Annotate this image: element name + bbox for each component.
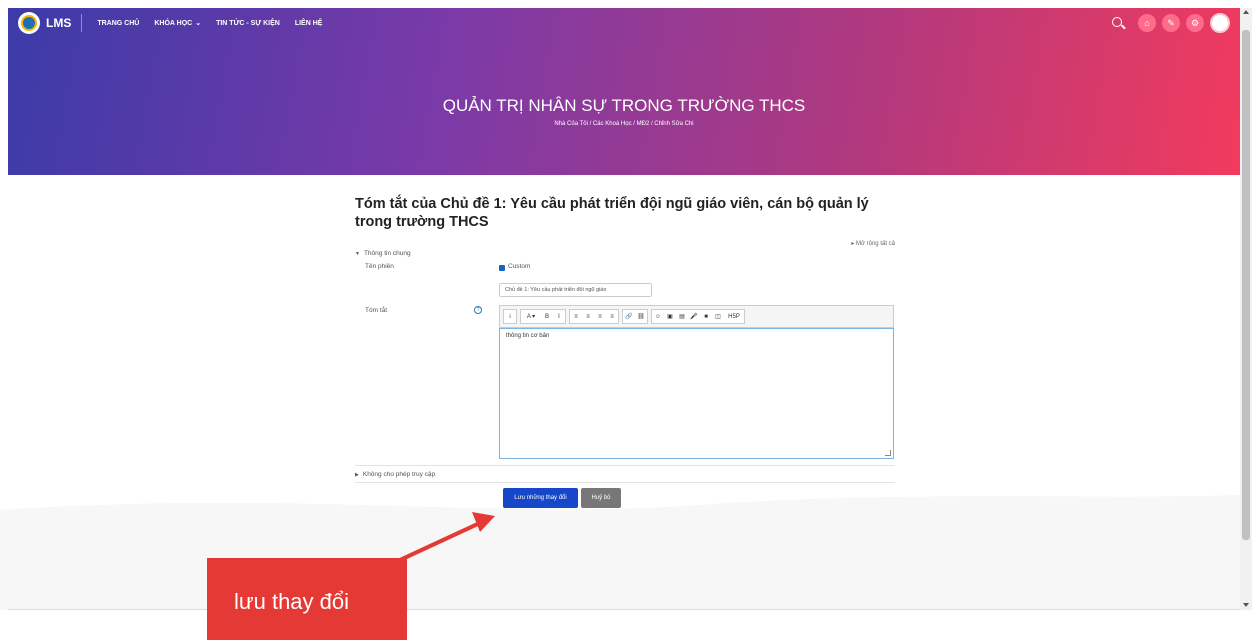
outdent-button[interactable]: ≡: [594, 310, 606, 323]
nav-link-courses-label: KHÓA HỌC: [154, 19, 193, 27]
caret-down-icon: ▼: [355, 251, 360, 257]
divider: [355, 465, 895, 466]
toolbar-toggle-button[interactable]: i: [504, 310, 516, 323]
expand-all-link[interactable]: ▸ Mở rộng tất cả: [851, 240, 895, 247]
custom-checkbox[interactable]: [499, 265, 505, 271]
editor-toolbar: i A ▾ B I ≡ ≡ ≡ ≡ 🔗 ⛓ ☺ ▣ ▤ 🎤 ■ ◫ H5P: [499, 305, 894, 328]
unlink-button[interactable]: ⛓: [635, 310, 647, 323]
save-button[interactable]: Lưu những thay đổi: [503, 488, 578, 508]
section-general-toggle[interactable]: ▼ Thông tin chung: [355, 250, 411, 257]
edit-form: Tóm tắt của Chủ đề 1: Yêu cầu phát triển…: [355, 195, 895, 508]
avatar[interactable]: [1210, 13, 1230, 33]
record-audio-button[interactable]: 🎤: [688, 310, 700, 323]
page-title: QUẢN TRỊ NHÂN SỰ TRONG TRƯỜNG THCS: [442, 96, 806, 115]
link-button[interactable]: 🔗: [623, 310, 635, 323]
nav-link-courses[interactable]: KHÓA HỌC ⌄: [154, 19, 202, 28]
settings-icon[interactable]: ⚙: [1186, 14, 1204, 32]
annotation-callout: lưu thay đổi: [207, 558, 407, 640]
section-general-label: Thông tin chung: [363, 250, 411, 257]
home-icon[interactable]: ⌂: [1138, 14, 1156, 32]
search-icon[interactable]: [1108, 13, 1128, 33]
resize-handle[interactable]: [885, 450, 891, 456]
form-title: Tóm tắt của Chủ đề 1: Yêu cầu phát triển…: [355, 196, 869, 230]
scrollbar[interactable]: [1240, 8, 1252, 610]
italic-button[interactable]: I: [553, 310, 565, 323]
toolbar-group-1: i: [503, 309, 517, 324]
h5p-button[interactable]: H5P: [724, 310, 744, 323]
toolbar-group-3: ≡ ≡ ≡ ≡: [569, 309, 619, 324]
navbar: LMS TRANG CHỦ KHÓA HỌC ⌄ TIN TỨC - SỰ KIỆ…: [8, 8, 1240, 38]
image-button[interactable]: ▣: [664, 310, 676, 323]
bold-button[interactable]: B: [541, 310, 553, 323]
logo-text: LMS: [46, 16, 72, 30]
help-icon[interactable]: ?: [474, 306, 482, 314]
caret-right-icon: ▶: [355, 472, 359, 478]
divider: [355, 482, 895, 483]
manage-files-button[interactable]: ◫: [712, 310, 724, 323]
page: LMS TRANG CHỦ KHÓA HỌC ⌄ TIN TỨC - SỰ KIỆ…: [0, 0, 1252, 640]
toolbar-group-2: A ▾ B I: [520, 309, 566, 324]
hero-banner: LMS TRANG CHỦ KHÓA HỌC ⌄ TIN TỨC - SỰ KIỆ…: [8, 8, 1240, 175]
nav-link-news[interactable]: TIN TỨC - SỰ KIỆN: [216, 20, 280, 27]
emoji-button[interactable]: ☺: [652, 310, 664, 323]
section-name-input[interactable]: Chủ đề 1: Yêu cầu phát triển đội ngũ giá…: [499, 283, 652, 297]
section-name-label: Tên phiên: [365, 263, 394, 270]
breadcrumb[interactable]: Nhà Của Tôi / Các Khoá Học / MĐ2 / Chỉnh…: [8, 121, 1240, 127]
nav-actions: ⌂ ✎ ⚙: [1108, 13, 1230, 33]
nav-link-home[interactable]: TRANG CHỦ: [97, 20, 139, 27]
chevron-down-icon: ⌄: [195, 20, 202, 27]
font-style-button[interactable]: A ▾: [521, 310, 541, 323]
section-restrict-toggle[interactable]: ▶ Không cho phép truy cập: [355, 471, 435, 478]
unordered-list-button[interactable]: ≡: [570, 310, 582, 323]
toolbar-group-5: ☺ ▣ ▤ 🎤 ■ ◫ H5P: [651, 309, 745, 324]
section-restrict-label: Không cho phép truy cập: [362, 471, 436, 478]
logo-icon: [18, 12, 40, 34]
scroll-thumb[interactable]: [1242, 30, 1250, 540]
toolbar-group-4: 🔗 ⛓: [622, 309, 648, 324]
summary-label: Tóm tắt: [365, 307, 388, 314]
logo-emblem: [21, 15, 37, 31]
summary-editor[interactable]: thông tin cơ bản: [499, 328, 894, 459]
scroll-up-icon[interactable]: [1243, 10, 1249, 14]
scroll-down-icon[interactable]: [1243, 603, 1249, 607]
editor-content: thông tin cơ bản: [506, 333, 550, 339]
media-button[interactable]: ▤: [676, 310, 688, 323]
indent-button[interactable]: ≡: [606, 310, 618, 323]
nav-link-contact[interactable]: LIÊN HỆ: [295, 20, 323, 27]
site-logo[interactable]: LMS: [18, 12, 71, 34]
edit-mode-icon[interactable]: ✎: [1162, 14, 1180, 32]
footer-divider: [8, 609, 1240, 610]
nav-separator: [81, 14, 83, 32]
cancel-button[interactable]: Huỷ bỏ: [581, 488, 621, 508]
ordered-list-button[interactable]: ≡: [582, 310, 594, 323]
record-video-button[interactable]: ■: [700, 310, 712, 323]
custom-checkbox-label: Custom: [508, 263, 531, 270]
